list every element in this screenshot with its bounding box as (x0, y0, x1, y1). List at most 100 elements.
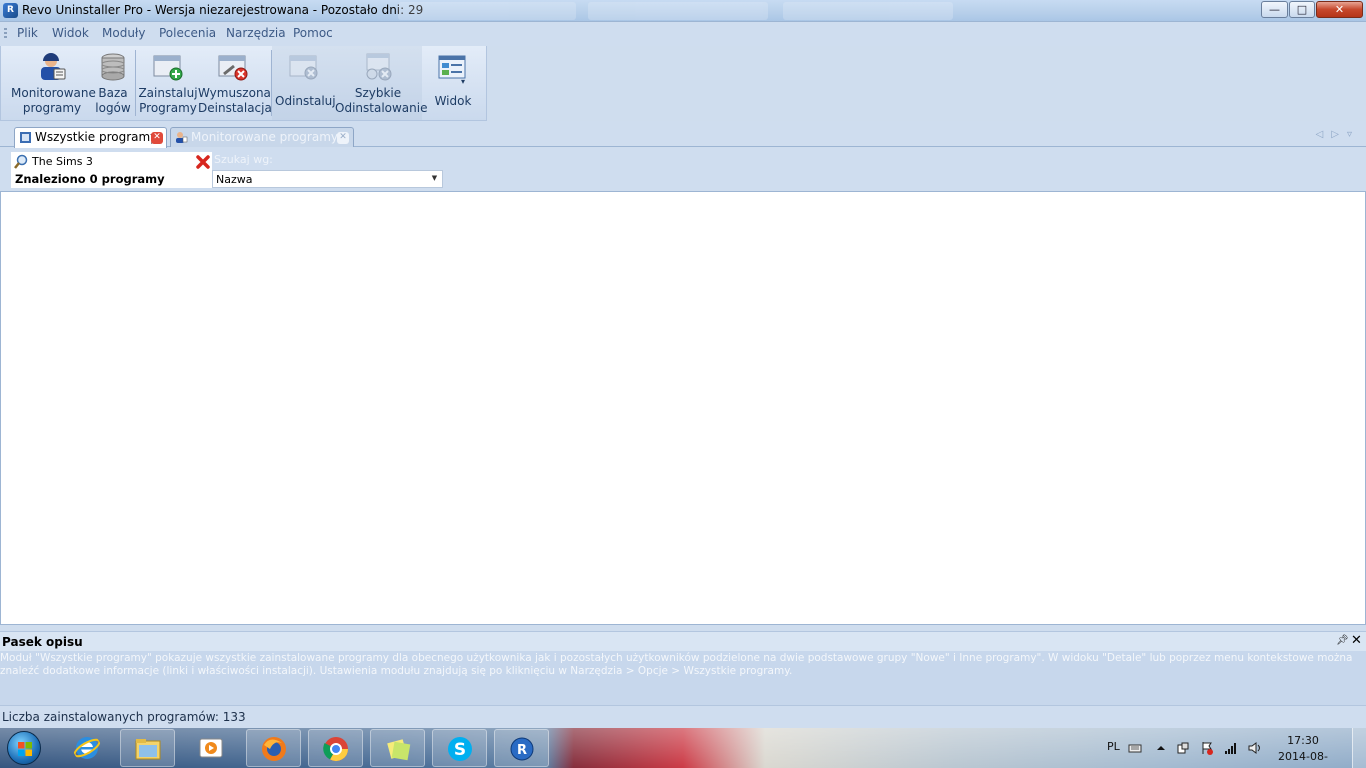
chevron-down-icon[interactable]: ▼ (429, 174, 440, 185)
pin-icon[interactable]: 📌︎ (1336, 635, 1349, 646)
forced-uninstall-label-1: Wymuszona (198, 86, 271, 100)
sticky-notes-icon (387, 739, 411, 761)
taskbar-media-player[interactable] (184, 729, 239, 767)
tab-navigation: ◁▷▿ (1316, 129, 1360, 140)
search-box: The Sims 3 Znaleziono 0 programy (11, 152, 212, 188)
all-programs-icon (20, 132, 31, 143)
description-pane-header: Pasek opisu 📌︎ ✕ (0, 631, 1366, 651)
volume-icon[interactable] (1248, 741, 1262, 755)
quick-uninstall-label-2: Odinstalowanie (335, 101, 428, 115)
log-database-icon (96, 52, 130, 82)
description-text: Moduł "Wszystkie programy" pokazuje wszy… (0, 652, 1353, 677)
search-by-value: Nazwa (216, 173, 253, 186)
clear-search-icon[interactable] (195, 154, 211, 170)
tab-close-icon[interactable]: ✕ (337, 132, 349, 144)
forced-uninstall-button[interactable]: Wymuszona Deinstalacja (198, 46, 272, 120)
install-label-2: Programy (139, 101, 197, 115)
windows-logo-icon (18, 742, 32, 756)
taskbar-internet-explorer[interactable] (60, 729, 115, 767)
tab-list-icon[interactable]: ▿ (1347, 129, 1360, 140)
wifi-signal-icon[interactable] (1224, 741, 1238, 755)
taskbar-clock[interactable]: 17:30 2014-08-19 (1272, 733, 1334, 768)
search-panel: The Sims 3 Znaleziono 0 programy Szukaj … (0, 148, 1366, 190)
menu-modules[interactable]: Moduły (102, 26, 145, 40)
results-count: Znaleziono 0 programy (15, 172, 165, 186)
uninstall-button[interactable]: Odinstaluj (275, 46, 336, 120)
tab-scroll-left-icon[interactable]: ◁ (1316, 129, 1332, 140)
view-label: Widok (434, 94, 472, 108)
search-icon (14, 154, 28, 169)
file-explorer-icon (135, 739, 161, 760)
tab-monitored-programs-label: Monitorowane programy (191, 130, 338, 144)
install-programs-button[interactable]: Zainstaluj Programy (138, 46, 198, 120)
description-pane-title: Pasek opisu (2, 635, 83, 649)
programs-list[interactable] (0, 191, 1366, 625)
tab-all-programs-label: Wszystkie programy (35, 130, 158, 144)
uninstall-label: Odinstaluj (275, 94, 336, 108)
monitored-programs-button[interactable]: Monitorowane programy (11, 46, 96, 120)
taskbar-revo-uninstaller[interactable]: R (494, 729, 549, 767)
maximize-button[interactable]: □ (1289, 1, 1315, 18)
start-button[interactable] (7, 731, 41, 765)
language-indicator[interactable]: PL (1107, 740, 1120, 753)
description-pane: Pasek opisu 📌︎ ✕ Moduł "Wszystkie progra… (0, 631, 1366, 705)
tab-close-icon[interactable]: ✕ (151, 132, 163, 144)
tab-monitored-programs[interactable]: Monitorowane programy ✕ (170, 127, 354, 147)
taskbar-chrome[interactable] (308, 729, 363, 767)
install-label-1: Zainstaluj (138, 86, 198, 100)
taskbar-firefox[interactable] (246, 729, 301, 767)
installed-count: Liczba zainstalowanych programów: 133 (2, 710, 246, 724)
quick-uninstall-button[interactable]: Szybkie Odinstalowanie (335, 46, 427, 120)
menu-tools[interactable]: Narzędzia (226, 26, 286, 40)
minimize-button[interactable]: — (1261, 1, 1288, 18)
close-icon[interactable]: ✕ (1351, 633, 1362, 648)
title-bar: R Revo Uninstaller Pro - Wersja niezarej… (0, 0, 1366, 22)
toolbar: Monitorowane programy Baza logów Zainsta… (0, 46, 487, 121)
svg-text:R: R (517, 743, 527, 758)
view-button[interactable]: Widok ▾ (423, 46, 483, 120)
close-button[interactable]: ✕ (1316, 1, 1363, 18)
keyboard-icon[interactable] (1128, 741, 1142, 755)
action-center-icon[interactable] (1200, 741, 1214, 755)
tab-bar: Wszystkie programy ✕ Monitorowane progra… (0, 121, 1366, 148)
app-logo-icon: R (3, 3, 18, 18)
show-hidden-icons-icon[interactable] (1154, 741, 1168, 755)
toolbar-separator (135, 50, 136, 116)
search-input[interactable]: The Sims 3 (32, 155, 93, 168)
forced-uninstall-label-2: Deinstalacja (198, 101, 272, 115)
taskbar-file-explorer[interactable] (120, 729, 175, 767)
log-database-label-2: logów (95, 101, 131, 115)
search-by-label: Szukaj wg: (214, 153, 273, 166)
tab-all-programs[interactable]: Wszystkie programy ✕ (14, 127, 167, 148)
install-icon (151, 52, 185, 82)
forced-uninstall-icon (216, 52, 250, 82)
background-window-ghosts (398, 2, 998, 20)
log-database-button[interactable]: Baza logów (93, 46, 133, 120)
tab-scroll-right-icon[interactable]: ▷ (1331, 129, 1347, 140)
view-dropdown-arrow-icon[interactable]: ▾ (461, 74, 465, 89)
taskbar-sticky-notes[interactable] (370, 729, 425, 767)
quick-uninstall-label-1: Szybkie (354, 86, 402, 100)
search-by-select[interactable]: Nazwa ▼ (212, 170, 443, 188)
network-adapter-icon[interactable] (1176, 741, 1190, 755)
window-title: Revo Uninstaller Pro - Wersja niezarejes… (22, 3, 424, 17)
skype-icon: S (448, 737, 472, 761)
menu-view[interactable]: Widok (52, 26, 89, 40)
show-desktop-button[interactable] (1352, 728, 1366, 768)
clock-time: 17:30 (1287, 734, 1319, 747)
monitored-programs-label-2: programy (22, 101, 82, 115)
taskbar-skype[interactable]: S (432, 729, 487, 767)
monitored-programs-tab-icon (176, 132, 188, 143)
windows-taskbar: S R PL 17:30 2014-08-19 (0, 728, 1366, 768)
menu-commands[interactable]: Polecenia (159, 26, 216, 40)
chrome-icon (323, 737, 348, 762)
menu-help[interactable]: Pomoc (293, 26, 333, 40)
media-player-icon (199, 738, 223, 758)
internet-explorer-icon (73, 737, 101, 759)
clock-date: 2014-08-19 (1278, 750, 1328, 768)
svg-text:S: S (454, 740, 466, 760)
status-bar: Liczba zainstalowanych programów: 133 (0, 705, 1366, 728)
menu-file[interactable]: Plik (17, 26, 38, 40)
monitored-programs-icon (35, 52, 69, 82)
revo-uninstaller-icon: R (510, 737, 534, 761)
